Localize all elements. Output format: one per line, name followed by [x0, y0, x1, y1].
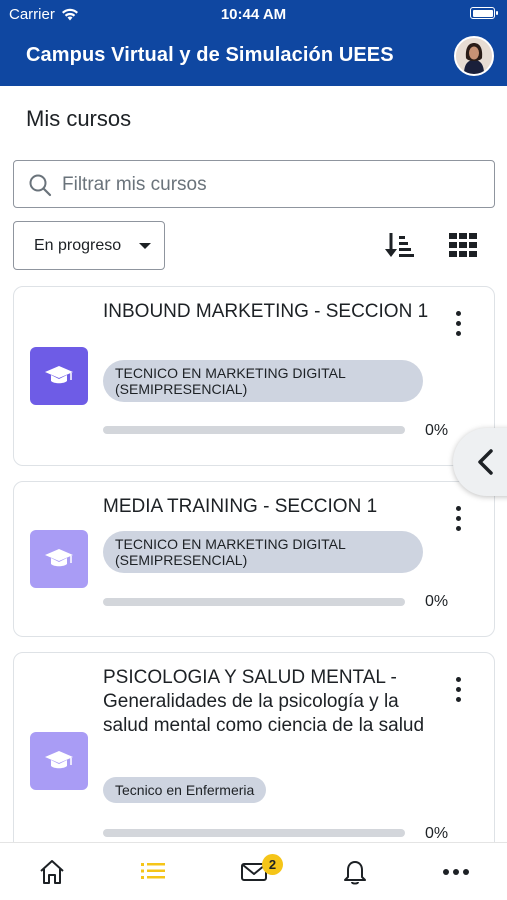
progress-bar — [103, 426, 405, 434]
home-icon — [40, 860, 64, 884]
bell-icon — [344, 861, 366, 885]
progress-percent: 0% — [425, 593, 449, 610]
tab-messages[interactable] — [202, 843, 303, 900]
graduation-cap-icon — [45, 366, 73, 384]
course-card[interactable]: PSICOLOGIA Y SALUD MENTAL - Generalidade… — [13, 652, 495, 867]
list-icon — [141, 863, 165, 879]
sort-icon — [385, 233, 414, 257]
chevron-left-icon — [478, 449, 493, 475]
battery-icon — [470, 7, 498, 19]
user-avatar[interactable] — [454, 36, 494, 76]
course-image[interactable] — [30, 732, 88, 790]
filter-selected-label: En progreso — [34, 236, 122, 254]
sort-button[interactable] — [384, 231, 414, 259]
status-time: 10:44 AM — [220, 6, 287, 23]
course-category-badge: Tecnico en Enfermeria — [103, 777, 267, 803]
course-name[interactable]: INBOUND MARKETING - SECCION 1 — [103, 300, 433, 324]
progress-percent: 0% — [425, 825, 449, 842]
graduation-cap-icon — [45, 751, 73, 769]
course-card[interactable]: MEDIA TRAINING - SECCION 1 TECNICO EN MA… — [13, 481, 495, 637]
course-category-badge: TECNICO EN MARKETING DIGITAL (SEMIPRESEN… — [103, 360, 423, 402]
grid-view-button[interactable] — [449, 233, 477, 257]
tab-more[interactable] — [404, 843, 505, 900]
messages-badge: 2 — [262, 854, 283, 875]
app-header: Carrier 10:44 AM Campus Virtual y de Sim… — [0, 0, 507, 86]
course-image[interactable] — [30, 347, 88, 405]
search-icon — [29, 174, 52, 197]
tab-my-courses[interactable] — [101, 843, 202, 900]
course-image[interactable] — [30, 530, 88, 588]
course-menu-button[interactable] — [448, 675, 468, 705]
search-input[interactable] — [62, 169, 482, 201]
course-card[interactable]: INBOUND MARKETING - SECCION 1 TECNICO EN… — [13, 286, 495, 466]
progress-filter-select[interactable]: En progreso — [13, 221, 165, 270]
tab-home[interactable] — [0, 843, 101, 900]
course-search[interactable] — [13, 160, 495, 208]
app-title: Campus Virtual y de Simulación UEES — [26, 44, 394, 66]
more-icon — [443, 869, 469, 875]
graduation-cap-icon — [45, 549, 73, 567]
page-title: Mis cursos — [26, 106, 132, 131]
course-menu-button[interactable] — [448, 309, 468, 339]
bottom-tab-bar: 2 — [0, 842, 507, 900]
course-name[interactable]: MEDIA TRAINING - SECCION 1 — [103, 495, 433, 519]
caret-down-icon — [139, 243, 151, 249]
avatar-image — [456, 38, 492, 74]
progress-bar — [103, 829, 405, 837]
grid-icon — [449, 233, 477, 257]
tab-notifications[interactable] — [303, 843, 404, 900]
course-name[interactable]: PSICOLOGIA Y SALUD MENTAL - Generalidade… — [103, 666, 433, 738]
course-category-badge: TECNICO EN MARKETING DIGITAL (SEMIPRESEN… — [103, 531, 423, 573]
course-menu-button[interactable] — [448, 504, 468, 534]
status-bar: Carrier 10:44 AM — [0, 0, 507, 28]
progress-percent: 0% — [425, 422, 449, 439]
progress-bar — [103, 598, 405, 606]
